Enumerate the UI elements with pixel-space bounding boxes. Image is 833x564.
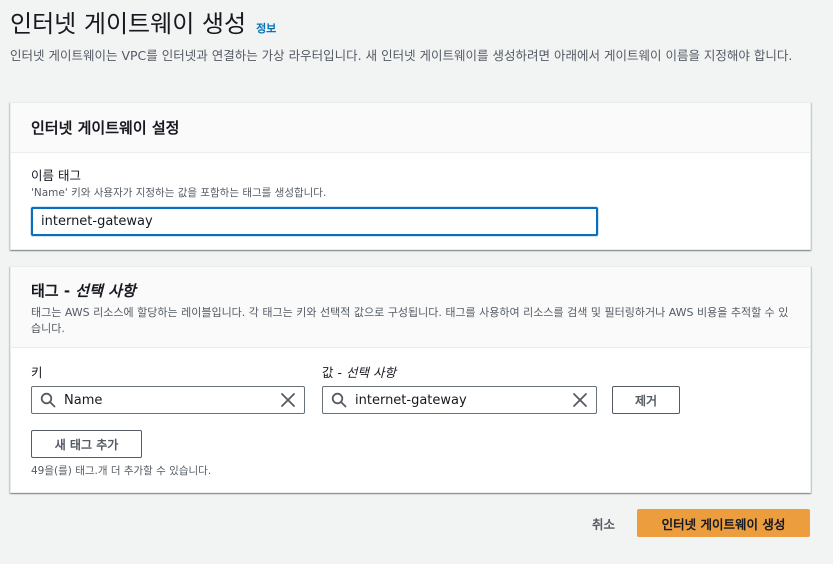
- add-tag-button[interactable]: 새 태그 추가: [31, 430, 142, 458]
- footer-actions: 취소 인터넷 게이트웨이 생성: [592, 509, 810, 537]
- value-column-label: 값 - 선택 사항: [322, 362, 396, 381]
- tags-panel: 태그 - 선택 사항 태그는 AWS 리소스에 할당하는 레이블입니다. 각 태…: [10, 266, 811, 493]
- search-icon: [40, 392, 56, 408]
- name-tag-label: 이름 태그: [31, 168, 81, 183]
- tag-limit-text: 49을(를) 태그.개 더 추가할 수 있습니다.: [31, 465, 212, 477]
- info-link[interactable]: 정보: [256, 20, 276, 36]
- name-tag-description: 'Name' 키와 사용자가 지정하는 값을 포함하는 태그를 생성합니다.: [31, 187, 327, 199]
- tag-value-input[interactable]: [355, 392, 572, 408]
- create-gateway-button[interactable]: 인터넷 게이트웨이 생성: [637, 509, 810, 537]
- page-title: 인터넷 게이트웨이 생성: [10, 10, 247, 38]
- tags-panel-body: 키 값 - 선택 사항 Name internet-gateway 제거 새 태…: [11, 348, 810, 478]
- title-row: 인터넷 게이트웨이 생성 정보: [10, 8, 825, 40]
- settings-panel-header: 인터넷 게이트웨이 설정: [11, 103, 810, 153]
- tags-title-optional: 선택 사항: [75, 282, 136, 300]
- tag-key-input[interactable]: [64, 392, 280, 408]
- name-tag-input[interactable]: [31, 207, 598, 236]
- clear-icon[interactable]: [572, 392, 588, 408]
- tag-column-labels: 키 값 - 선택 사항: [31, 362, 790, 382]
- tags-title-prefix: 태그 -: [31, 282, 76, 300]
- tags-panel-title: 태그 - 선택 사항: [31, 279, 790, 303]
- search-icon: [331, 392, 347, 408]
- clear-icon[interactable]: [280, 392, 296, 408]
- value-label-prefix: 값 -: [322, 365, 346, 380]
- tags-panel-header: 태그 - 선택 사항 태그는 AWS 리소스에 할당하는 레이블입니다. 각 태…: [11, 267, 810, 348]
- value-label-optional: 선택 사항: [345, 365, 396, 380]
- tags-panel-description: 태그는 AWS 리소스에 할당하는 레이블입니다. 각 태그는 키와 선택적 값…: [31, 306, 789, 335]
- key-column-label: 키: [31, 365, 43, 380]
- settings-panel-body: 이름 태그 'Name' 키와 사용자가 지정하는 값을 포함하는 태그를 생성…: [11, 153, 810, 236]
- page-description: 인터넷 게이트웨이는 VPC를 인터넷과 연결하는 가상 라우터입니다. 새 인…: [10, 48, 793, 63]
- tag-row: 제거: [31, 386, 790, 416]
- page-header: 인터넷 게이트웨이 생성 정보 인터넷 게이트웨이는 VPC를 인터넷과 연결하…: [10, 8, 825, 66]
- tag-value-field[interactable]: [322, 386, 597, 414]
- remove-tag-button[interactable]: 제거: [612, 386, 680, 414]
- cancel-button[interactable]: 취소: [592, 514, 615, 533]
- tag-key-field[interactable]: [31, 386, 305, 414]
- settings-panel-title: 인터넷 게이트웨이 설정: [31, 119, 180, 137]
- gateway-settings-panel: 인터넷 게이트웨이 설정 이름 태그 'Name' 키와 사용자가 지정하는 값…: [10, 102, 811, 250]
